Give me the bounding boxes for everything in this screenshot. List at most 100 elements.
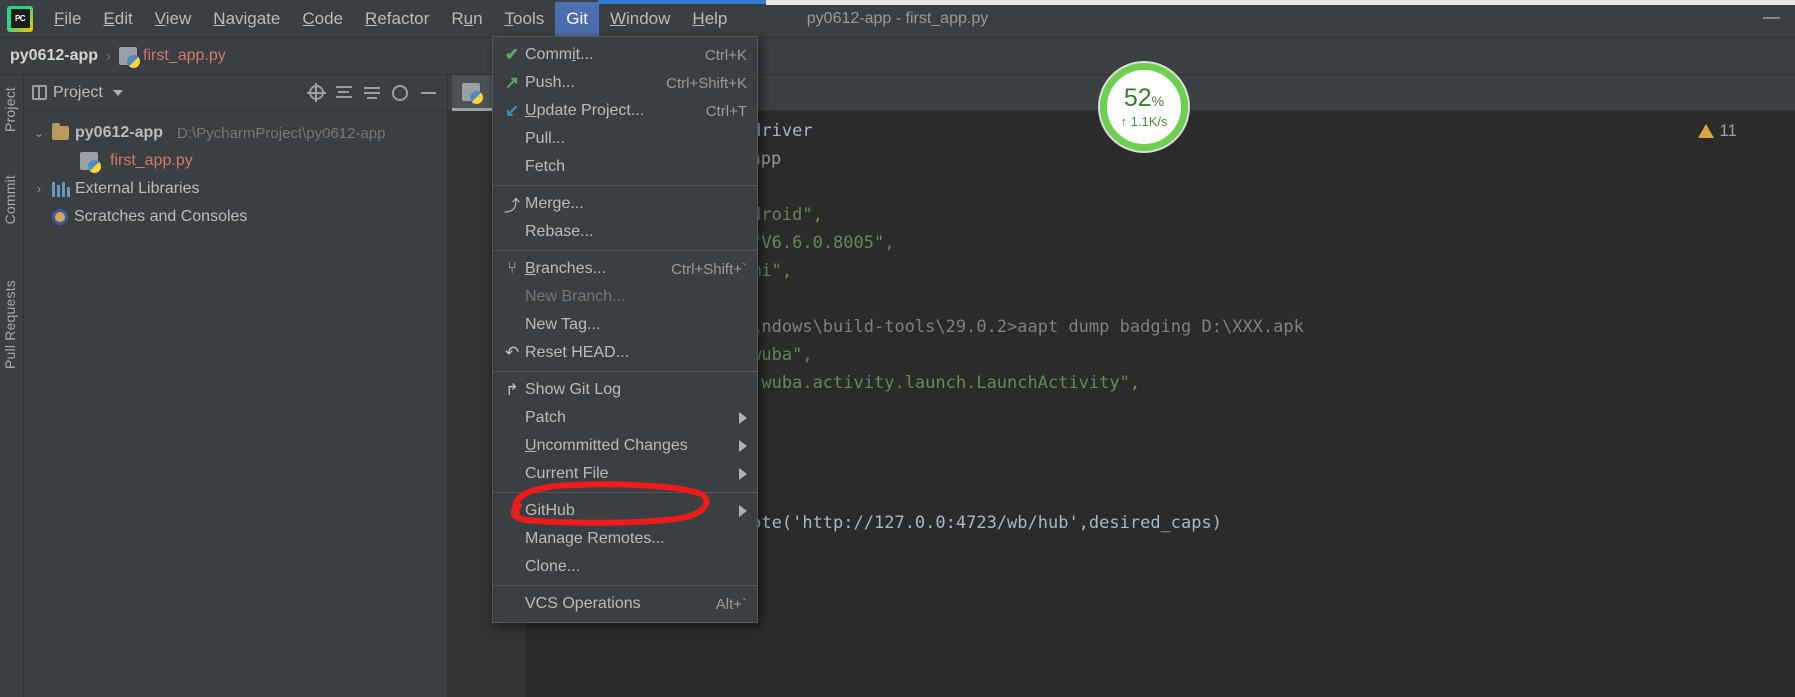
- project-panel-header: Project: [24, 75, 447, 111]
- menu-edit[interactable]: Edit: [92, 2, 143, 36]
- tool-window-commit[interactable]: Commit: [2, 175, 18, 224]
- menu-item-vcs-operations[interactable]: VCS Operations Alt+`: [493, 590, 757, 618]
- network-speed-widget: 52% ↑ 1.1K/s: [1100, 63, 1188, 151]
- menu-item-label: Current File: [525, 465, 609, 482]
- menu-tools[interactable]: Tools: [494, 2, 556, 36]
- hide-panel-icon[interactable]: [417, 82, 439, 104]
- commit-check-icon: ✔: [504, 45, 520, 64]
- branch-icon: ⑂: [507, 260, 517, 277]
- menu-item-label: New Tag...: [525, 316, 601, 333]
- reset-head-icon: ↶: [504, 343, 520, 362]
- menu-item-merge[interactable]: ⤴ Merge...: [493, 190, 757, 218]
- python-file-icon: [119, 47, 141, 68]
- menu-item-label: Push...: [525, 74, 575, 91]
- breadcrumb-project-label: py0612-app: [10, 47, 99, 64]
- menu-item-show-git-log[interactable]: ↱ Show Git Log: [493, 376, 757, 404]
- menu-item-label: Manage Remotes...: [525, 530, 665, 547]
- menu-item-shortcut: Alt+`: [715, 595, 747, 613]
- menu-item-shortcut: Ctrl+T: [705, 102, 747, 120]
- menu-item-label: Patch: [525, 409, 566, 426]
- tree-item[interactable]: › External Libraries: [24, 175, 447, 203]
- git-log-icon: ↱: [505, 382, 519, 399]
- tool-window-project[interactable]: Project: [2, 87, 18, 132]
- menu-item-clone[interactable]: Clone...: [493, 553, 757, 581]
- twisty-icon[interactable]: ⌄: [32, 126, 46, 140]
- menu-item-label: Commit...: [525, 46, 594, 63]
- tree-item[interactable]: Scratches and Consoles: [24, 203, 447, 231]
- python-file-icon: [462, 82, 483, 104]
- menu-item-patch[interactable]: Patch: [493, 404, 757, 432]
- submenu-arrow-icon: [739, 412, 747, 424]
- network-rate: ↑ 1.1K/s: [1120, 113, 1168, 129]
- submenu-arrow-icon: [739, 505, 747, 517]
- project-view-icon: [32, 85, 47, 100]
- menu-item-reset-head[interactable]: ↶ Reset HEAD...: [493, 339, 757, 367]
- twisty-icon[interactable]: ›: [32, 182, 46, 196]
- menu-item-label: VCS Operations: [525, 595, 641, 612]
- project-tree: ⌄ py0612-app D:\PycharmProject\py0612-app f…: [24, 111, 447, 231]
- menu-item-github[interactable]: GitHub: [493, 497, 757, 525]
- menu-item-shortcut: Ctrl+K: [704, 46, 747, 64]
- chevron-down-icon[interactable]: [112, 89, 123, 96]
- title-bar-highlight: [766, 0, 1795, 5]
- menu-separator: [493, 185, 757, 186]
- network-percent: 52%: [1123, 83, 1165, 112]
- menu-separator: [493, 250, 757, 251]
- tree-item-label: Scratches and Consoles: [74, 208, 248, 225]
- breadcrumb-separator: ›: [106, 47, 112, 65]
- menu-code[interactable]: Code: [291, 2, 354, 36]
- menu-item-uncommitted-changes[interactable]: Uncommitted Changes: [493, 432, 757, 460]
- menu-bar-items: File Edit View Navigate Code Refactor Run Tools…: [43, 1, 738, 36]
- scratches-icon: [52, 209, 68, 225]
- active-menu-accent: [598, 0, 766, 4]
- tree-item-label: py0612-app: [75, 124, 164, 141]
- folder-icon: [52, 123, 69, 140]
- menu-item-label: Fetch: [525, 158, 566, 175]
- tree-item[interactable]: first_app.py: [24, 147, 447, 175]
- submenu-arrow-icon: [739, 440, 747, 452]
- menu-item-label: GitHub: [525, 502, 575, 519]
- menu-help[interactable]: Help: [681, 2, 738, 36]
- git-dropdown-menu: ✔ Commit... Ctrl+K ↗ Push... Ctrl+Shift+K ↙ Upd…: [492, 36, 758, 623]
- menu-item-label: Pull...: [525, 130, 566, 147]
- menu-item-shortcut: Ctrl+Shift+K: [666, 74, 747, 92]
- library-icon: [52, 181, 70, 197]
- menu-navigate[interactable]: Navigate: [202, 2, 291, 36]
- menu-file[interactable]: File: [43, 2, 92, 36]
- menu-item-push[interactable]: ↗ Push... Ctrl+Shift+K: [493, 69, 757, 97]
- expand-all-icon[interactable]: [333, 82, 355, 104]
- collapse-all-icon[interactable]: [361, 82, 383, 104]
- push-arrow-icon: ↗: [504, 73, 520, 92]
- breadcrumb-file[interactable]: first_app.py: [119, 47, 226, 68]
- menu-item-label: Reset HEAD...: [525, 344, 630, 361]
- menu-item-update-project[interactable]: ↙ Update Project... Ctrl+T: [493, 97, 757, 125]
- tool-window-pull-requests[interactable]: Pull Requests: [2, 280, 18, 369]
- python-file-icon: [80, 152, 101, 173]
- menu-refactor[interactable]: Refactor: [354, 2, 440, 36]
- menu-separator: [493, 492, 757, 493]
- navigation-bar: py0612-app › first_app.py first_app Git:…: [0, 38, 1795, 111]
- tree-item[interactable]: ⌄ py0612-app D:\PycharmProject\py0612-app: [24, 119, 447, 147]
- menu-item-label: Branches...: [525, 260, 606, 277]
- menu-item-commit[interactable]: ✔ Commit... Ctrl+K: [493, 41, 757, 69]
- menu-view[interactable]: View: [144, 2, 203, 36]
- menu-item-rebase[interactable]: Rebase...: [493, 218, 757, 246]
- locate-icon[interactable]: [305, 82, 327, 104]
- menu-item-branches[interactable]: ⑂ Branches... Ctrl+Shift+`: [493, 255, 757, 283]
- breadcrumb-file-label: first_app.py: [143, 47, 226, 64]
- menu-git[interactable]: Git: [555, 1, 599, 36]
- menu-item-label: Merge...: [525, 195, 584, 212]
- minimize-button[interactable]: —: [1763, 8, 1780, 26]
- menu-item-fetch[interactable]: Fetch: [493, 153, 757, 181]
- menu-item-current-file[interactable]: Current File: [493, 460, 757, 488]
- menu-item-manage-remotes[interactable]: Manage Remotes...: [493, 525, 757, 553]
- menu-run[interactable]: Run: [440, 2, 493, 36]
- menu-item-new-tag[interactable]: New Tag...: [493, 311, 757, 339]
- tree-item-label: first_app.py: [110, 152, 193, 169]
- gear-icon[interactable]: [389, 82, 411, 104]
- project-panel: Project ⌄ py0612-app D:\PycharmProject\py0…: [24, 75, 448, 697]
- menu-window[interactable]: Window: [599, 2, 681, 36]
- menu-item-label: New Branch...: [525, 288, 626, 305]
- breadcrumb-project[interactable]: py0612-app: [10, 47, 98, 65]
- menu-item-pull[interactable]: Pull...: [493, 125, 757, 153]
